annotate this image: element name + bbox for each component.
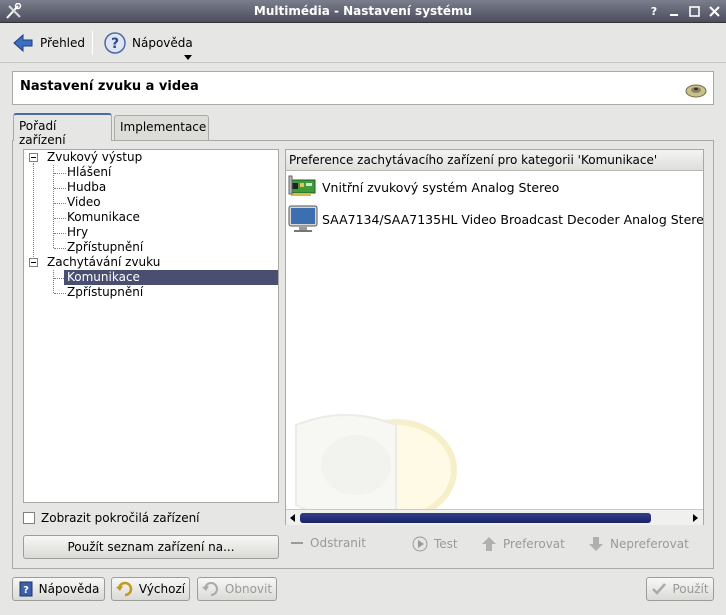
maximize-button[interactable] [686,2,702,20]
help-book-icon: ? [19,581,33,597]
tree-line [54,188,66,189]
minimize-button[interactable] [666,2,682,20]
show-advanced-devices-option[interactable]: Zobrazit pokročilá zařízení [23,511,200,525]
tree-item-communication-capture[interactable]: Komunikace [64,270,278,285]
apply-button[interactable]: Použít [646,577,714,601]
tree-item-notifications[interactable]: Hlášení [67,165,111,180]
show-advanced-devices-label: Zobrazit pokročilá zařízení [41,511,200,525]
dropdown-arrow-icon [184,55,192,60]
tab-device-order-label: Pořadí zařízení [19,119,66,147]
deprefer-button[interactable]: Nepreferovat [588,536,689,552]
device-item[interactable]: SAA7134/SAA7135HL Video Broadcast Decode… [288,204,704,234]
help-button-label: Nápověda [38,582,100,596]
module-header: Nastavení zvuku a videa [12,71,714,105]
test-label: Test [434,537,458,551]
tree-item-video[interactable]: Video [67,195,101,210]
window-titlebar: Multimédia - Nastavení systému ? [0,0,726,23]
tree-line [54,173,66,174]
preference-header: Preference zachytávacího zařízení pro ka… [286,150,703,171]
reset-button-label: Obnovit [224,582,273,596]
tree-line [54,233,66,234]
device-label: Vnitřní zvukový systém Analog Stereo [322,179,560,195]
tab-implementation[interactable]: Implementace [114,115,209,140]
remove-button[interactable]: Odstranit [290,536,366,550]
toolbar-separator [92,31,93,55]
tree-line [53,165,54,248]
back-overview-button[interactable]: Přehled [8,29,89,57]
reset-button[interactable]: Obnovit [197,577,277,601]
device-label: SAA7134/SAA7135HL Video Broadcast Decode… [322,211,704,227]
reset-icon [201,582,218,596]
help-icon: ? [104,32,126,54]
main-toolbar: Přehled ? Nápověda [0,23,726,63]
category-tree[interactable]: Zvukový výstup Hlášení Hudba Video Komun… [23,149,279,503]
play-icon [412,536,428,552]
collapse-toggle-capture[interactable] [29,258,38,267]
tree-item-accessibility-capture[interactable]: Zpřístupnění [67,285,143,300]
defaults-button[interactable]: Výchozí [111,577,190,601]
checkmark-icon [652,583,667,595]
help-window-button[interactable]: ? [646,2,662,20]
speaker-watermark-icon [295,414,457,522]
tree-line [54,218,66,219]
deprefer-label: Nepreferovat [610,537,689,551]
svg-text:?: ? [23,585,29,596]
tree-item-communication-output[interactable]: Komunikace [67,210,140,225]
prefer-label: Preferovat [503,537,565,551]
scroll-right-arrow-icon[interactable] [689,512,701,524]
scrollbar-thumb[interactable] [300,513,651,523]
window-title: Multimédia - Nastavení systému [253,4,473,18]
help-menu-button[interactable]: ? Nápověda [100,29,197,60]
back-arrow-icon [13,33,33,53]
tree-line [33,163,34,263]
back-overview-label: Přehled [40,36,86,50]
show-advanced-devices-checkbox[interactable] [23,512,35,524]
tab-device-order[interactable]: Pořadí zařízení [13,113,112,147]
page-title: Nastavení zvuku a videa [20,79,199,94]
test-button[interactable]: Test [412,536,458,552]
tree-line [54,203,66,204]
tree-item-audio-capture[interactable]: Zachytávání zvuku [47,255,160,270]
arrow-down-icon [589,537,603,551]
tree-item-games[interactable]: Hry [67,225,88,240]
svg-text:?: ? [111,36,119,52]
tree-item-audio-output[interactable]: Zvukový výstup [47,150,142,165]
apply-device-list-label: Použít seznam zařízení na... [67,540,235,554]
device-preference-list[interactable]: Preference zachytávacího zařízení pro ka… [285,149,704,525]
monitor-icon [288,205,318,232]
collapse-toggle-output[interactable] [29,153,38,162]
tree-line [54,278,64,279]
tools-icon[interactable] [5,3,22,20]
tree-item-accessibility-output[interactable]: Zpřístupnění [67,240,143,255]
arrow-up-icon [482,537,496,551]
tree-line [53,270,54,293]
horizontal-scrollbar[interactable] [286,509,703,525]
tree-item-music[interactable]: Hudba [67,180,106,195]
speaker-icon [685,84,707,98]
scroll-left-arrow-icon[interactable] [287,512,299,524]
apply-button-label: Použít [672,582,709,596]
device-item[interactable]: Vnitřní zvukový systém Analog Stereo [288,172,559,202]
apply-device-list-button[interactable]: Použít seznam zařízení na... [23,535,279,559]
defaults-button-label: Výchozí [138,582,186,596]
minus-icon [291,542,303,544]
close-button[interactable] [706,2,722,20]
remove-label: Odstranit [310,536,366,550]
sound-card-icon [288,175,316,196]
tree-line [54,293,66,294]
tab-implementation-label: Implementace [120,120,207,134]
tree-line [54,248,66,249]
prefer-button[interactable]: Preferovat [481,536,565,552]
help-menu-label: Nápověda [132,36,193,50]
undo-icon [115,581,133,597]
help-button[interactable]: ? Nápověda [12,577,105,601]
